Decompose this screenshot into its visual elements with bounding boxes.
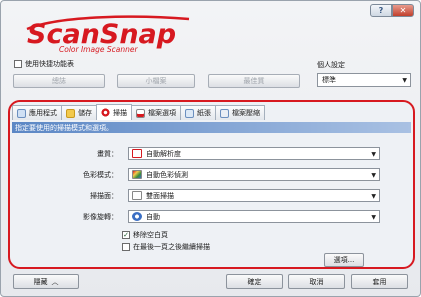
application-icon (17, 108, 26, 118)
settings-panel: 應用程式 儲存 掃描 檔案選項 紙張 檔案壓縮 指定要使用的掃描模式和選項。 畫… (8, 100, 415, 269)
image-rotation-value: 自動 (146, 212, 160, 221)
rotation-icon (132, 212, 142, 221)
continue-scanning-box[interactable] (122, 243, 130, 251)
tab-file-option[interactable]: 檔案選項 (131, 105, 181, 120)
blank-page-removal-box[interactable]: ✓ (122, 231, 130, 239)
chevron-down-icon: ▼ (371, 151, 376, 158)
image-quality-select[interactable]: 自動解析度 ▼ (128, 147, 380, 160)
tab-bar: 應用程式 儲存 掃描 檔案選項 紙張 檔案壓縮 (12, 104, 265, 120)
tab-save[interactable]: 儲存 (61, 105, 97, 120)
tab-paper[interactable]: 紙張 (180, 105, 216, 120)
compression-icon (220, 108, 229, 118)
quick-menu-checkbox[interactable]: 使用快捷功能表 (14, 59, 74, 69)
titlebar-buttons: ? ✕ (370, 4, 414, 17)
chevron-down-icon: ▼ (371, 214, 376, 221)
hide-button-label: 隱藏 (33, 277, 48, 286)
tab-compression-label: 檔案壓縮 (232, 109, 260, 117)
resolution-icon (132, 149, 142, 158)
mode-button-small-file[interactable]: 小檔案 (117, 74, 195, 88)
quick-menu-checkbox-box[interactable] (14, 60, 22, 68)
color-mode-label: 色彩模式： (83, 171, 118, 179)
chevron-down-icon: ▼ (371, 193, 376, 200)
image-quality-label: 畫質： (97, 150, 118, 158)
mode-button-best-quality[interactable]: 最佳質 (208, 74, 300, 88)
options-button[interactable]: 選項... (324, 253, 364, 267)
apply-button[interactable]: 套用 (351, 274, 408, 289)
chevron-down-icon: ▼ (371, 172, 376, 179)
color-mode-value: 自動色彩偵測 (146, 170, 188, 179)
scansnap-settings-window: ? ✕ ScanSnap Color Image Scanner 使用快捷功能表… (0, 0, 421, 297)
scanning-side-select[interactable]: 雙面掃描 ▼ (128, 189, 380, 202)
mode-button-standard[interactable]: 總誌 (13, 74, 105, 88)
profile-label: 個人設定 (317, 61, 345, 69)
tab-file-option-label: 檔案選項 (148, 109, 176, 117)
tab-save-label: 儲存 (78, 109, 92, 117)
hide-button[interactable]: 隱藏 ︿ (13, 274, 79, 289)
profile-select-value: 標準 (322, 76, 336, 84)
scanning-side-value: 雙面掃描 (146, 191, 174, 200)
file-option-icon (136, 108, 145, 118)
continue-scanning-label: 在最後一頁之後繼續掃描 (133, 243, 210, 251)
quick-menu-label: 使用快捷功能表 (25, 60, 74, 68)
blank-page-removal-checkbox[interactable]: ✓ 移除空白頁 (122, 230, 168, 240)
scansnap-logo: ScanSnap Color Image Scanner (21, 13, 201, 57)
color-mode-select[interactable]: 自動色彩偵測 ▼ (128, 168, 380, 181)
tab-application[interactable]: 應用程式 (12, 105, 62, 120)
paper-icon (185, 108, 194, 118)
chevron-up-icon: ︿ (51, 277, 59, 286)
tab-scanning[interactable]: 掃描 (96, 104, 132, 120)
chevron-down-icon: ▼ (402, 77, 407, 84)
section-header: 指定要使用的掃描模式和選項。 (12, 122, 411, 133)
folder-icon (66, 108, 75, 118)
tab-scanning-label: 掃描 (113, 108, 127, 117)
image-rotation-select[interactable]: 自動 ▼ (128, 210, 380, 223)
tab-paper-label: 紙張 (197, 109, 211, 117)
close-icon[interactable]: ✕ (392, 4, 414, 17)
help-icon[interactable]: ? (370, 4, 392, 17)
tab-application-label: 應用程式 (29, 109, 57, 117)
scanning-side-label: 掃描面： (90, 192, 118, 200)
svg-text:Color Image Scanner: Color Image Scanner (59, 45, 138, 54)
blank-page-removal-label: 移除空白頁 (133, 231, 168, 239)
scan-target-icon (101, 108, 110, 117)
continue-scanning-checkbox[interactable]: 在最後一頁之後繼續掃描 (122, 242, 210, 252)
profile-select[interactable]: 標準 ▼ (317, 73, 411, 87)
color-detect-icon (132, 170, 142, 179)
tab-compression[interactable]: 檔案壓縮 (215, 105, 265, 120)
duplex-icon (132, 191, 142, 200)
ok-button[interactable]: 確定 (226, 274, 283, 289)
image-rotation-label: 影像旋轉： (83, 213, 118, 221)
image-quality-value: 自動解析度 (146, 149, 181, 158)
cancel-button[interactable]: 取消 (288, 274, 345, 289)
